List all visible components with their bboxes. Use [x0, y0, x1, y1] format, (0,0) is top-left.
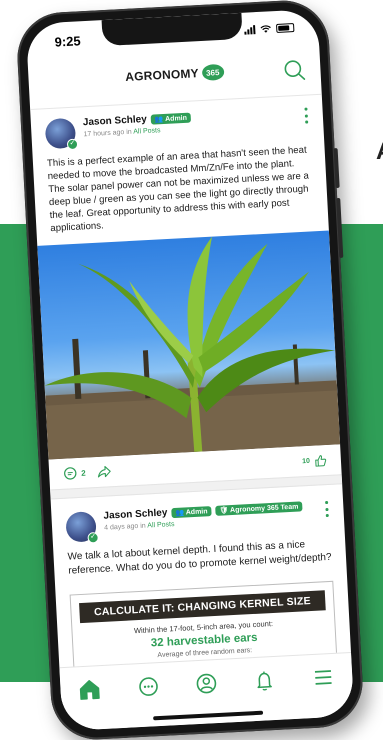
author-block: Jason Schley 👥 Admin 🛡 Agronomy 365 Team…	[103, 500, 303, 532]
post-image[interactable]	[37, 230, 341, 460]
stage: A 9:25 AGRONOMY 365	[0, 0, 383, 740]
post-card: ✓ Jason Schley 👥 Admin 17 hours ago in A…	[30, 95, 343, 500]
verified-icon: ✓	[66, 138, 79, 151]
avatar[interactable]: ✓	[65, 511, 99, 544]
side-text: A	[376, 138, 383, 166]
wifi-icon	[260, 25, 271, 33]
share-icon[interactable]	[97, 464, 112, 479]
author-block: Jason Schley 👥 Admin 17 hours ago in All…	[83, 112, 192, 139]
admin-badge: 👥 Admin	[150, 112, 192, 125]
home-indicator[interactable]	[153, 710, 264, 721]
bell-icon[interactable]	[251, 667, 278, 694]
post-head: ✓ Jason Schley 👥 Admin 17 hours ago in A…	[44, 105, 310, 151]
profile-icon[interactable]	[193, 670, 220, 697]
more-options-icon[interactable]	[323, 500, 330, 518]
like-button[interactable]: 10	[302, 453, 327, 467]
post-meta: 17 hours ago in All Posts	[83, 126, 191, 139]
app-logo[interactable]: AGRONOMY 365	[124, 63, 225, 85]
home-icon[interactable]	[76, 676, 103, 703]
badge-label: Agronomy 365 Team	[229, 503, 299, 514]
more-options-icon[interactable]	[302, 107, 309, 124]
signal-icon	[244, 25, 256, 35]
group-link[interactable]: All Posts	[147, 521, 175, 529]
verified-icon: ✓	[87, 532, 99, 544]
chat-icon[interactable]	[134, 673, 161, 700]
post-header-area: ✓ Jason Schley 👥 Admin 🛡 Agronomy 365 Te…	[51, 484, 347, 579]
status-icons	[244, 23, 295, 35]
time-ago: 17 hours ago in	[83, 128, 132, 139]
post-card: ✓ Jason Schley 👥 Admin 🛡 Agronomy 365 Te…	[51, 484, 352, 673]
time-ago: 4 days ago in	[103, 522, 146, 532]
author-name[interactable]: Jason Schley	[83, 114, 147, 128]
menu-icon[interactable]	[309, 664, 336, 691]
comment-icon	[64, 467, 77, 480]
badge-label: Admin	[164, 114, 188, 123]
badge-label: Admin	[185, 507, 208, 516]
avatar[interactable]: ✓	[44, 117, 79, 151]
logo-text: AGRONOMY	[124, 66, 200, 84]
comments-button[interactable]: 2	[63, 466, 86, 481]
search-icon[interactable]	[282, 58, 307, 83]
admin-badge: 👥 Admin	[171, 505, 212, 518]
author-name[interactable]: Jason Schley	[103, 507, 167, 521]
status-time: 9:25	[54, 33, 82, 50]
team-badge: 🛡 Agronomy 365 Team	[215, 500, 303, 516]
feed[interactable]: ✓ Jason Schley 👥 Admin 17 hours ago in A…	[30, 95, 351, 680]
side-button	[333, 147, 340, 189]
like-count: 10	[301, 457, 311, 465]
post-head: ✓ Jason Schley 👥 Admin 🛡 Agronomy 365 Te…	[65, 499, 330, 544]
post-body: This is a perfect example of an area tha…	[46, 144, 310, 235]
comment-count: 2	[80, 468, 86, 478]
battery-icon	[276, 23, 295, 34]
group-link[interactable]: All Posts	[133, 127, 161, 135]
phone-frame: 9:25 AGRONOMY 365 ✓ Jason Schley 👥 Admin…	[15, 0, 365, 740]
phone-screen: 9:25 AGRONOMY 365 ✓ Jason Schley 👥 Admin…	[25, 8, 355, 732]
corn-plant-photo	[44, 236, 341, 460]
thumbs-up-icon	[315, 454, 327, 467]
logo-badge: 365	[201, 63, 225, 81]
post-body: We talk a lot about kernel depth. I foun…	[67, 539, 332, 577]
post-header-area: ✓ Jason Schley 👥 Admin 17 hours ago in A…	[30, 95, 328, 236]
